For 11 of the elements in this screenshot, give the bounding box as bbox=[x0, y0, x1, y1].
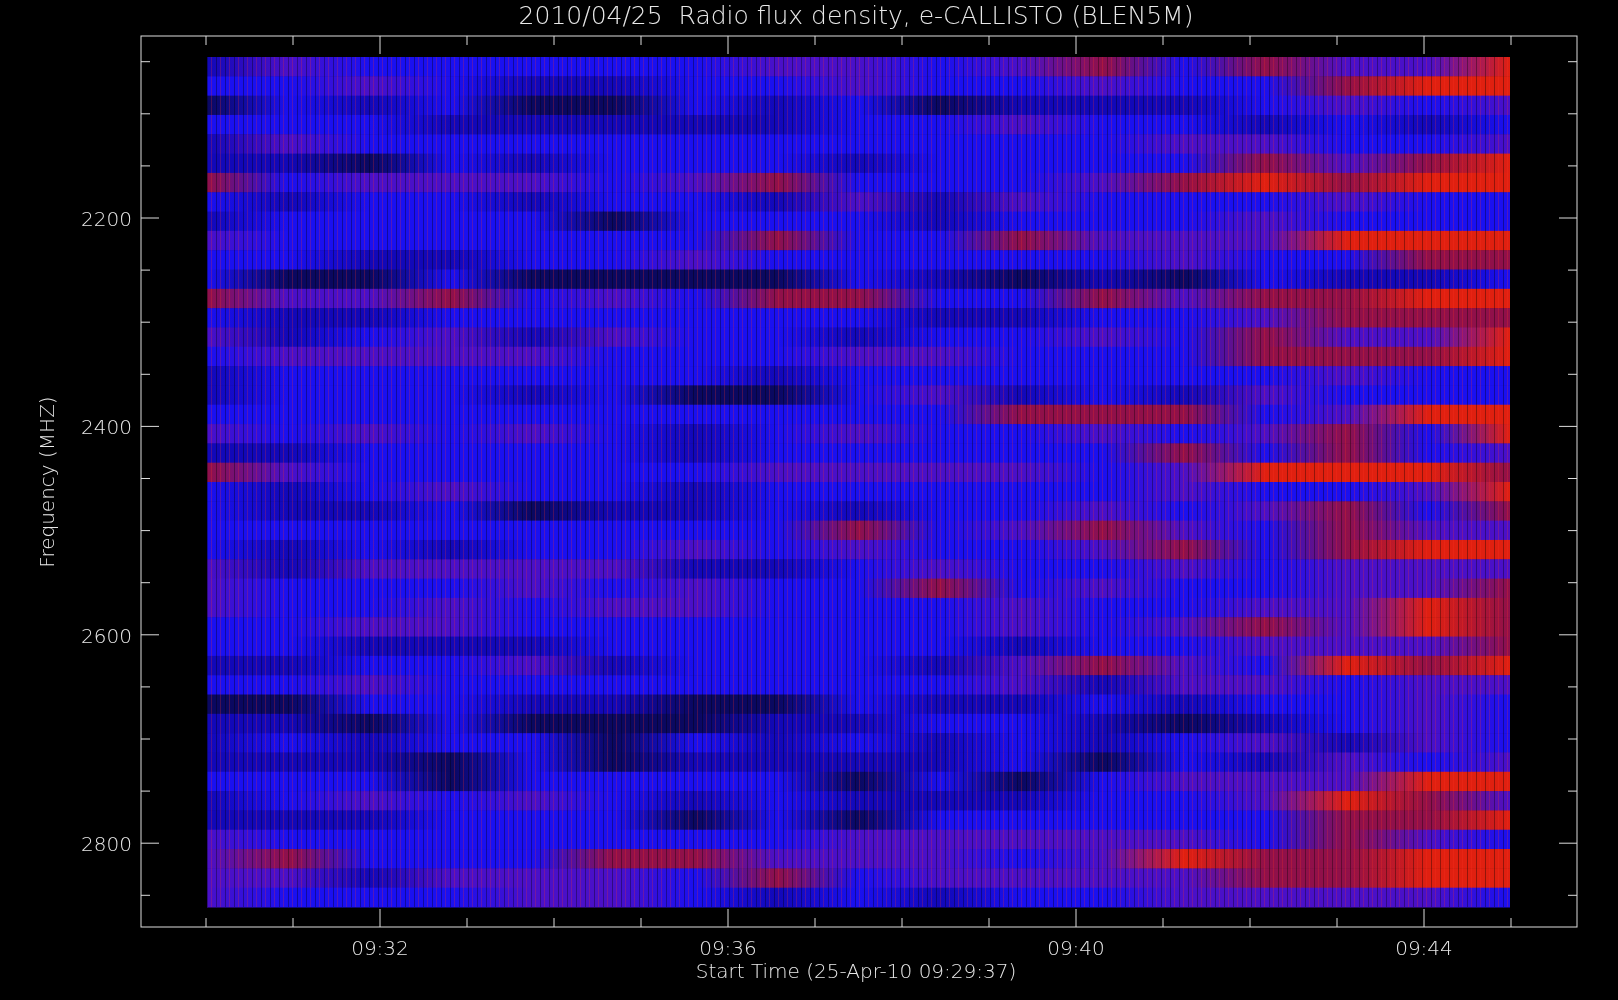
y-tick-label: 2400 bbox=[81, 415, 132, 440]
x-tick-label: 09:40 bbox=[1047, 936, 1105, 960]
x-axis-label: Start Time (25-Apr-10 09:29:37) bbox=[695, 959, 1017, 983]
y-tick-label: 2800 bbox=[81, 832, 132, 857]
x-tick-label: 09:44 bbox=[1395, 936, 1453, 960]
y-axis-label: Frequency (MHZ) bbox=[35, 396, 59, 568]
plot-title: 2010/04/25 Radio flux density, e-CALLISTO (BLEN5M) bbox=[518, 1, 1194, 30]
x-tick-label: 09:36 bbox=[699, 936, 757, 960]
x-tick-label: 09:32 bbox=[351, 936, 409, 960]
y-tick-label: 2600 bbox=[81, 623, 132, 648]
y-tick-label: 2200 bbox=[81, 207, 132, 231]
